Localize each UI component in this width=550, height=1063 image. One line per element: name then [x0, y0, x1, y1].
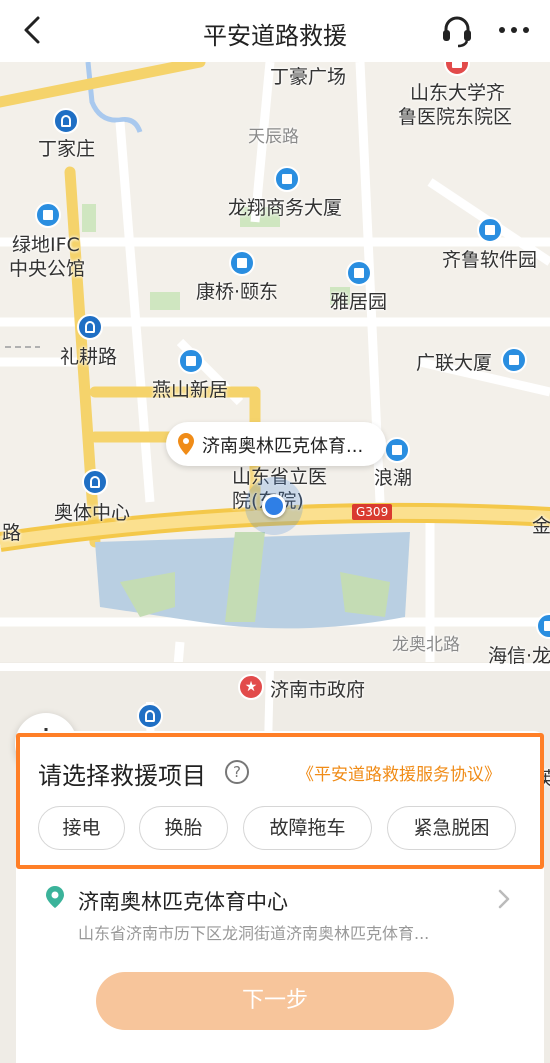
metro-station-icon: [82, 469, 108, 495]
map-label-ludi-2: 中央公馆: [9, 258, 86, 280]
building-icon: [178, 348, 204, 374]
map-label-jin: 金: [532, 515, 550, 537]
building-icon: [384, 437, 410, 463]
map-label-qilu-hospital-2: 鲁医院东院区: [398, 106, 513, 128]
highlight-frame: [16, 733, 544, 869]
map-label-qilu-software: 齐鲁软件园: [442, 249, 538, 271]
map-label-gov: 济南市政府: [270, 679, 366, 701]
current-location-dot: [262, 494, 286, 518]
location-bubble[interactable]: 济南奥林匹克体育...: [166, 422, 386, 466]
building-icon: [274, 166, 300, 192]
map-label-kangqiao: 康桥·颐东: [196, 281, 279, 303]
map-label-tianchen: 天辰路: [248, 127, 299, 147]
location-bubble-text: 济南奥林匹克体育...: [202, 436, 364, 457]
next-step-button[interactable]: 下一步: [96, 972, 454, 1030]
building-icon: [229, 250, 255, 276]
map-label-guanglian: 广联大厦: [416, 352, 493, 374]
headset-icon[interactable]: [440, 14, 474, 48]
map-label-qilu-hospital: 山东大学齐: [410, 82, 506, 104]
address-pin-icon: [46, 886, 64, 908]
metro-station-icon: [53, 108, 79, 134]
map-label-haixin: 海信·龙: [488, 645, 550, 667]
highway-badge: G309: [352, 504, 393, 520]
map-label-longxiang: 龙翔商务大厦: [228, 197, 343, 219]
top-nav-bar: 平安道路救援: [0, 0, 550, 62]
map-label-dinghao: 丁豪广场: [270, 66, 347, 88]
map-label-yanshan: 燕山新居: [152, 379, 229, 401]
map-label-ludi: 绿地IFC: [12, 234, 80, 256]
address-detail: 山东省济南市历下区龙洞街道济南奥林匹克体育...: [78, 924, 430, 943]
more-dots-icon[interactable]: [496, 22, 532, 38]
metro-station-icon: [137, 703, 163, 729]
map-label-langchao: 浪潮: [374, 467, 413, 489]
location-pin-icon: [178, 433, 194, 455]
map-label-dingjiazhuang: 丁家庄: [38, 138, 96, 160]
building-icon: [477, 217, 503, 243]
map-label-longao: 龙奥北路: [392, 635, 460, 655]
map-label-aoti: 奥体中心: [54, 502, 131, 524]
chevron-right-icon[interactable]: [497, 888, 511, 910]
building-icon: [35, 202, 61, 228]
government-star-icon: ★: [238, 674, 264, 700]
building-icon: [346, 260, 372, 286]
building-icon: [501, 347, 527, 373]
metro-station-icon: [77, 314, 103, 340]
map-label-road: 路: [2, 522, 22, 544]
address-name[interactable]: 济南奥林匹克体育中心: [78, 886, 288, 916]
map-label-ligeng: 礼耕路: [60, 346, 118, 368]
map-label-yajuyuan: 雅居园: [330, 291, 388, 313]
